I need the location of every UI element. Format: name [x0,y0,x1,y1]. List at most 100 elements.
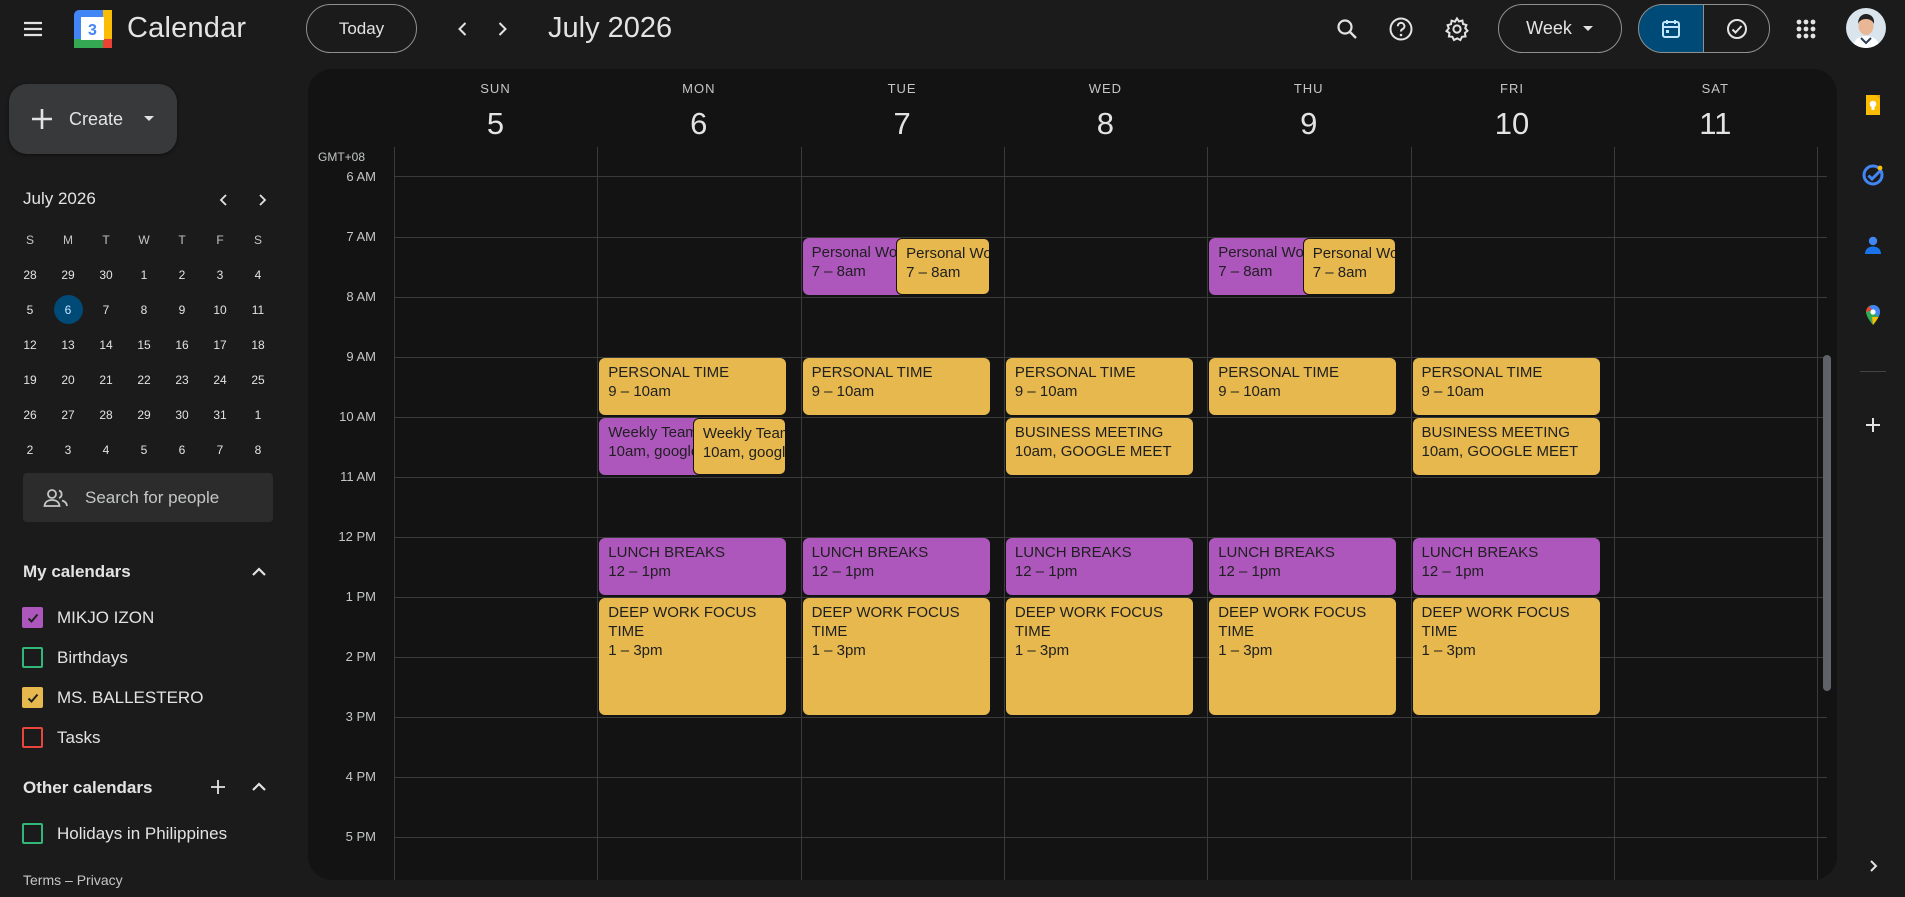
calendar-list-item[interactable]: Tasks [22,727,100,748]
help-button[interactable] [1380,8,1422,50]
maps-button[interactable] [1853,295,1893,335]
other-calendars-heading[interactable]: Other calendars [23,778,152,798]
show-side-panel-button[interactable] [1853,846,1893,886]
calendar-checkbox[interactable] [22,727,43,748]
mini-calendar-day[interactable]: 13 [49,330,87,359]
day-header[interactable]: SUN 5 [394,81,597,142]
calendar-event[interactable]: PERSONAL TIME 9 – 10am [599,358,787,415]
day-number[interactable]: 6 [597,106,800,142]
main-menu-button[interactable] [10,8,56,50]
calendar-event[interactable]: LUNCH BREAKS 12 – 1pm [1209,538,1397,595]
day-header[interactable]: WED 8 [1004,81,1207,142]
add-other-calendar-button[interactable] [204,773,232,801]
calendar-event[interactable]: PERSONAL TIME 9 – 10am [1005,358,1193,415]
calendar-event[interactable]: DEEP WORK FOCUS TIME 1 – 3pm [1209,598,1397,715]
mini-calendar-day[interactable]: 16 [163,330,201,359]
day-header[interactable]: TUE 7 [801,81,1004,142]
calendar-list-item[interactable]: MS. BALLESTERO [22,687,203,708]
mini-calendar-day[interactable]: 4 [87,435,125,464]
mini-calendar-day[interactable]: 14 [87,330,125,359]
day-header[interactable]: SAT 11 [1614,81,1817,142]
mini-calendar-next-button[interactable] [248,186,276,214]
calendar-logo[interactable]: 3 [73,9,113,49]
mini-calendar-day[interactable]: 2 [11,435,49,464]
mini-calendar-day[interactable]: 3 [201,260,239,289]
today-button[interactable]: Today [306,4,417,53]
mini-calendar-day[interactable]: 28 [87,400,125,429]
mini-calendar-day[interactable]: 20 [49,365,87,394]
mini-calendar-day[interactable]: 9 [163,295,201,324]
calendar-event[interactable]: PERSONAL TIME 9 – 10am [1412,358,1600,415]
day-header[interactable]: MON 6 [597,81,800,142]
mini-calendar-day[interactable]: 27 [49,400,87,429]
search-button[interactable] [1326,8,1368,50]
mini-calendar-day[interactable]: 29 [49,260,87,289]
calendar-event[interactable]: Personal Work 7 – 8am [896,238,990,295]
mini-calendar-day[interactable]: 1 [239,400,277,429]
mini-calendar-day[interactable]: 31 [201,400,239,429]
mini-calendar-day[interactable]: 11 [239,295,277,324]
mini-calendar-day[interactable]: 18 [239,330,277,359]
calendar-event[interactable]: DEEP WORK FOCUS TIME 1 – 3pm [599,598,787,715]
mini-calendar-day[interactable]: 26 [11,400,49,429]
calendar-event[interactable]: LUNCH BREAKS 12 – 1pm [1412,538,1600,595]
day-header[interactable]: FRI 10 [1411,81,1614,142]
calendar-event[interactable]: LUNCH BREAKS 12 – 1pm [599,538,787,595]
calendar-event[interactable]: BUSINESS MEETING 10am, GOOGLE MEET [1005,418,1193,475]
mini-calendar-day[interactable]: 30 [163,400,201,429]
calendar-event[interactable]: PERSONAL TIME 9 – 10am [1209,358,1397,415]
mini-calendar-day[interactable]: 25 [239,365,277,394]
day-number[interactable]: 9 [1207,106,1410,142]
day-number[interactable]: 8 [1004,106,1207,142]
calendar-event[interactable]: LUNCH BREAKS 12 – 1pm [802,538,990,595]
mini-calendar-day[interactable]: 7 [201,435,239,464]
calendar-event[interactable]: LUNCH BREAKS 12 – 1pm [1005,538,1193,595]
mini-calendar-prev-button[interactable] [210,186,238,214]
calendar-event[interactable]: DEEP WORK FOCUS TIME 1 – 3pm [802,598,990,715]
search-people-field[interactable]: Search for people [23,473,273,522]
calendar-checkbox[interactable] [22,647,43,668]
calendar-list-item[interactable]: Birthdays [22,647,128,668]
mini-calendar-day[interactable]: 28 [11,260,49,289]
mini-calendar-today[interactable]: 6 [53,295,83,324]
next-week-button[interactable] [482,9,522,49]
mini-calendar-day[interactable]: 5 [125,435,163,464]
mini-calendar-day[interactable]: 22 [125,365,163,394]
day-number[interactable]: 7 [801,106,1004,142]
mini-calendar-day[interactable]: 1 [125,260,163,289]
calendar-checkbox[interactable] [22,687,43,708]
mini-calendar-day[interactable]: 10 [201,295,239,324]
mini-calendar-day[interactable]: 5 [11,295,49,324]
settings-button[interactable] [1436,8,1478,50]
keep-button[interactable] [1853,85,1893,125]
calendar-event[interactable]: Personal Work 7 – 8am [1302,238,1397,295]
privacy-link[interactable]: Privacy [77,872,123,888]
mini-calendar-day[interactable]: 7 [87,295,125,324]
day-number[interactable]: 10 [1411,106,1614,142]
tasks-button[interactable] [1853,155,1893,195]
other-calendars-collapse-button[interactable] [245,773,273,801]
calendar-event[interactable]: DEEP WORK FOCUS TIME 1 – 3pm [1412,598,1600,715]
mini-calendar-day[interactable]: 8 [239,435,277,464]
grid-scrollbar[interactable] [1823,355,1831,691]
mini-calendar-day[interactable]: 19 [11,365,49,394]
my-calendars-heading[interactable]: My calendars [23,562,131,582]
my-calendars-collapse-button[interactable] [245,558,273,586]
mini-calendar-day[interactable]: 4 [239,260,277,289]
calendar-view-toggle[interactable] [1638,4,1704,53]
calendar-list-item[interactable]: MIKJO IZON [22,607,154,628]
create-button[interactable]: Create [9,84,177,154]
mini-calendar-day[interactable]: 23 [163,365,201,394]
calendar-checkbox[interactable] [22,607,43,628]
mini-calendar-day[interactable]: 21 [87,365,125,394]
calendar-event[interactable]: DEEP WORK FOCUS TIME 1 – 3pm [1005,598,1193,715]
day-header[interactable]: THU 9 [1207,81,1410,142]
mini-calendar-day[interactable]: 29 [125,400,163,429]
day-number[interactable]: 5 [394,106,597,142]
calendar-event[interactable]: BUSINESS MEETING 10am, GOOGLE MEET [1412,418,1600,475]
mini-calendar-day[interactable]: 2 [163,260,201,289]
calendar-list-item[interactable]: Holidays in Philippines [22,823,227,844]
previous-week-button[interactable] [443,9,483,49]
mini-calendar-day[interactable]: 12 [11,330,49,359]
mini-calendar-day[interactable]: 6 [163,435,201,464]
